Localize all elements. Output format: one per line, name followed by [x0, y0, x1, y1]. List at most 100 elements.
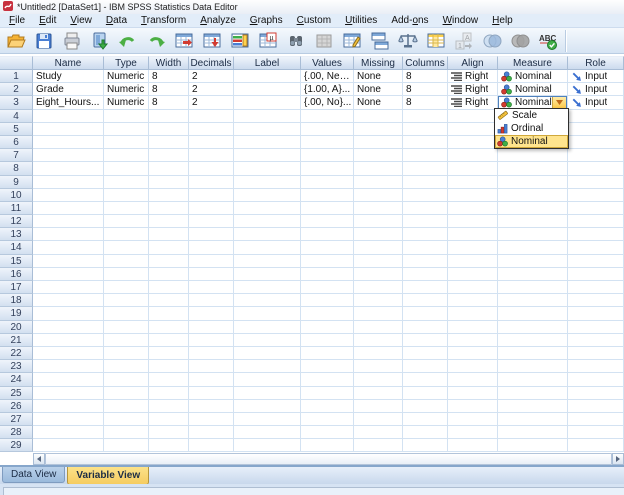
- cell-label[interactable]: [234, 386, 301, 400]
- cell-type[interactable]: [104, 294, 149, 308]
- row-number[interactable]: 19: [0, 307, 33, 321]
- cell-width[interactable]: 8: [149, 96, 189, 110]
- cell-name[interactable]: [33, 162, 104, 176]
- measure-option-nominal[interactable]: Nominal: [495, 135, 568, 148]
- row-number[interactable]: 16: [0, 267, 33, 281]
- cell-width[interactable]: [149, 399, 189, 413]
- cell-label[interactable]: [234, 162, 301, 176]
- row-number[interactable]: 25: [0, 386, 33, 400]
- column-header-align[interactable]: Align: [448, 56, 498, 70]
- cell-values[interactable]: [301, 307, 354, 321]
- cell-missing[interactable]: [354, 373, 403, 387]
- cell-name[interactable]: [33, 426, 104, 440]
- cell-align[interactable]: [448, 162, 498, 176]
- spell-check-button[interactable]: ABC: [535, 29, 560, 53]
- cell-role[interactable]: [568, 307, 624, 321]
- cell-values[interactable]: [301, 333, 354, 347]
- cell-role[interactable]: Input: [568, 83, 624, 97]
- cell-values[interactable]: [301, 373, 354, 387]
- cell-measure[interactable]: [498, 360, 568, 374]
- cell-width[interactable]: [149, 439, 189, 453]
- menu-addons[interactable]: Add-ons: [384, 14, 435, 27]
- save-button[interactable]: [31, 29, 56, 53]
- cell-values[interactable]: {.00, Never}...: [301, 70, 354, 84]
- cell-label[interactable]: [234, 373, 301, 387]
- row-number[interactable]: 3: [0, 96, 33, 110]
- cell-name[interactable]: [33, 109, 104, 123]
- cell-width[interactable]: [149, 360, 189, 374]
- cell-missing[interactable]: [354, 149, 403, 163]
- row-number[interactable]: 23: [0, 360, 33, 374]
- cell-name[interactable]: [33, 149, 104, 163]
- corner-cell[interactable]: [0, 56, 33, 70]
- cell-align[interactable]: [448, 254, 498, 268]
- cell-label[interactable]: [234, 267, 301, 281]
- cell-name[interactable]: [33, 346, 104, 361]
- cell-missing[interactable]: [354, 426, 403, 440]
- cell-values[interactable]: [301, 281, 354, 295]
- cell-label[interactable]: [234, 149, 301, 163]
- cell-values[interactable]: [301, 109, 354, 123]
- cell-name[interactable]: [33, 281, 104, 295]
- cell-role[interactable]: [568, 412, 624, 427]
- cell-align[interactable]: [448, 360, 498, 374]
- print-button[interactable]: [59, 29, 84, 53]
- cell-decimals[interactable]: [189, 373, 234, 387]
- cell-measure[interactable]: [498, 188, 568, 202]
- row-number[interactable]: 2: [0, 83, 33, 97]
- cell-decimals[interactable]: [189, 281, 234, 295]
- cell-width[interactable]: [149, 201, 189, 216]
- cell-values[interactable]: [301, 188, 354, 202]
- cell-align[interactable]: Right: [448, 70, 498, 84]
- cell-measure[interactable]: Nominal: [498, 83, 568, 97]
- cell-role[interactable]: [568, 267, 624, 281]
- row-number[interactable]: 9: [0, 175, 33, 189]
- column-header-missing[interactable]: Missing: [354, 56, 403, 70]
- row-number[interactable]: 17: [0, 281, 33, 295]
- cell-name[interactable]: [33, 373, 104, 387]
- cell-measure[interactable]: [498, 426, 568, 440]
- split-file-button[interactable]: [367, 29, 392, 53]
- cell-measure[interactable]: [498, 228, 568, 242]
- cell-values[interactable]: [301, 426, 354, 440]
- cell-role[interactable]: Input: [568, 96, 624, 110]
- cell-columns[interactable]: [403, 360, 448, 374]
- find-button[interactable]: [283, 29, 308, 53]
- cell-measure[interactable]: [498, 333, 568, 347]
- cell-width[interactable]: [149, 215, 189, 229]
- cell-type[interactable]: Numeric: [104, 83, 149, 97]
- cell-columns[interactable]: [403, 267, 448, 281]
- value-labels-button[interactable]: µ: [255, 29, 280, 53]
- cell-decimals[interactable]: [189, 386, 234, 400]
- cell-name[interactable]: Eight_Hours...: [33, 96, 104, 110]
- measure-combobox[interactable]: Nominal: [498, 96, 567, 109]
- cell-decimals[interactable]: [189, 267, 234, 281]
- cell-width[interactable]: [149, 254, 189, 268]
- cell-align[interactable]: [448, 109, 498, 123]
- cell-missing[interactable]: [354, 254, 403, 268]
- cell-columns[interactable]: [403, 175, 448, 189]
- cell-label[interactable]: [234, 294, 301, 308]
- cell-label[interactable]: [234, 175, 301, 189]
- scroll-right-button[interactable]: [612, 453, 624, 465]
- cell-measure[interactable]: [498, 162, 568, 176]
- tab-data-view[interactable]: Data View: [2, 467, 66, 483]
- cell-values[interactable]: [301, 412, 354, 427]
- cell-label[interactable]: [234, 122, 301, 136]
- cell-missing[interactable]: [354, 346, 403, 361]
- cell-values[interactable]: {1.00, A}...: [301, 83, 354, 97]
- cell-values[interactable]: [301, 162, 354, 176]
- cell-missing[interactable]: None: [354, 96, 403, 110]
- cell-type[interactable]: [104, 241, 149, 255]
- undo-button[interactable]: [115, 29, 140, 53]
- cell-role[interactable]: [568, 241, 624, 255]
- cell-missing[interactable]: [354, 320, 403, 334]
- cell-decimals[interactable]: [189, 307, 234, 321]
- cell-name[interactable]: [33, 412, 104, 427]
- cell-columns[interactable]: [403, 122, 448, 136]
- cell-decimals[interactable]: [189, 333, 234, 347]
- cell-measure[interactable]: [498, 346, 568, 361]
- cell-width[interactable]: [149, 412, 189, 427]
- cell-name[interactable]: [33, 241, 104, 255]
- cell-width[interactable]: [149, 162, 189, 176]
